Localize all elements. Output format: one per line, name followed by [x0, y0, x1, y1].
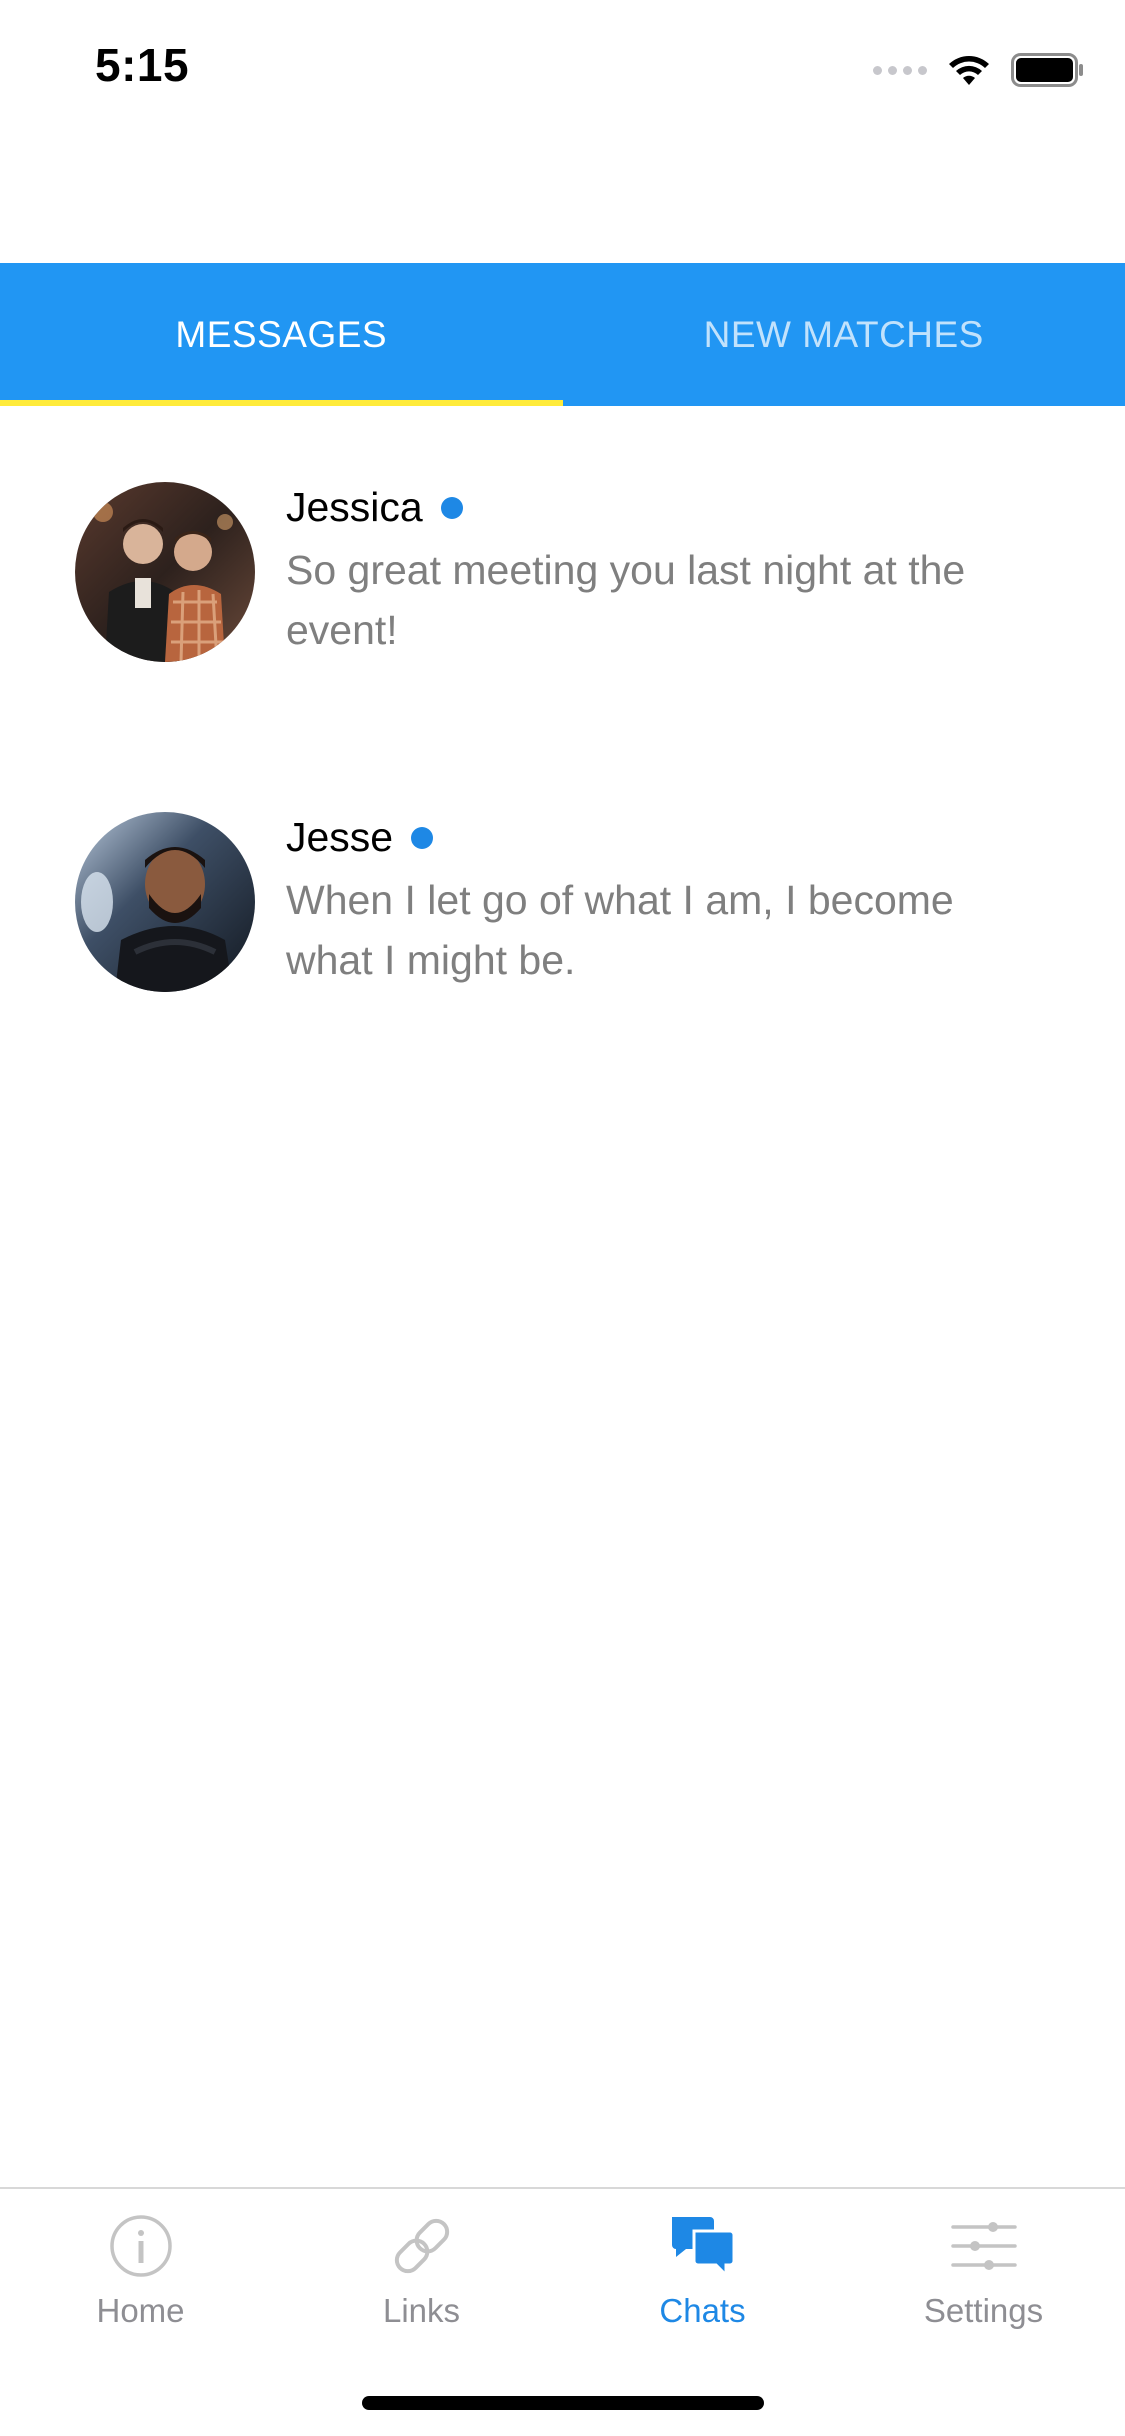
battery-icon: [1011, 53, 1083, 87]
home-indicator[interactable]: [362, 2396, 764, 2410]
status-time: 5:15: [95, 39, 190, 91]
tab-messages-label: MESSAGES: [175, 313, 388, 355]
tab-messages[interactable]: MESSAGES: [0, 263, 563, 406]
online-status-dot: [411, 826, 434, 849]
bottom-tab-settings[interactable]: Settings: [843, 2189, 1124, 2339]
contact-name: Jessica: [286, 484, 423, 530]
bottom-tab-links[interactable]: Links: [281, 2189, 562, 2339]
status-indicators: [873, 50, 1085, 90]
link-icon: [394, 2218, 449, 2274]
tab-new-matches-label: NEW MATCHES: [703, 313, 984, 355]
message-header: Jessica: [286, 484, 463, 531]
wifi-icon: [949, 56, 989, 85]
avatar: [75, 482, 255, 662]
message-preview: When I let go of what I am, I become wha…: [286, 877, 954, 983]
bottom-tab-home[interactable]: Home: [0, 2189, 281, 2339]
sliders-icon: [950, 2222, 1017, 2270]
message-item-jesse[interactable]: Jesse When I let go of what I am, I beco…: [0, 736, 1125, 996]
bottom-tab-home-label: Home: [96, 2292, 185, 2329]
chat-bubbles-icon: [671, 2217, 735, 2279]
top-tabs: MESSAGES NEW MATCHES: [0, 263, 1125, 406]
bottom-tab-links-label: Links: [382, 2292, 461, 2329]
bottom-tab-chats[interactable]: Chats: [562, 2189, 843, 2339]
message-header: Jesse: [286, 814, 434, 861]
online-status-dot: [440, 496, 463, 519]
status-bar: 5:15: [0, 0, 1125, 140]
chat-screen: 5:15 MESSAGES NEW MATCHES Jessica So gre…: [0, 0, 1125, 2436]
bottom-tab-chats-label: Chats: [659, 2292, 746, 2329]
contact-name: Jesse: [286, 814, 394, 860]
message-item-jessica[interactable]: Jessica So great meeting you last night …: [0, 406, 1125, 666]
bottom-tab-settings-label: Settings: [923, 2292, 1044, 2329]
cellular-signal-icon: [873, 65, 927, 75]
message-preview: So great meeting you last night at the e…: [286, 547, 966, 653]
tab-new-matches[interactable]: NEW MATCHES: [563, 263, 1125, 406]
info-circle-icon: [109, 2215, 172, 2277]
avatar: [75, 812, 255, 992]
